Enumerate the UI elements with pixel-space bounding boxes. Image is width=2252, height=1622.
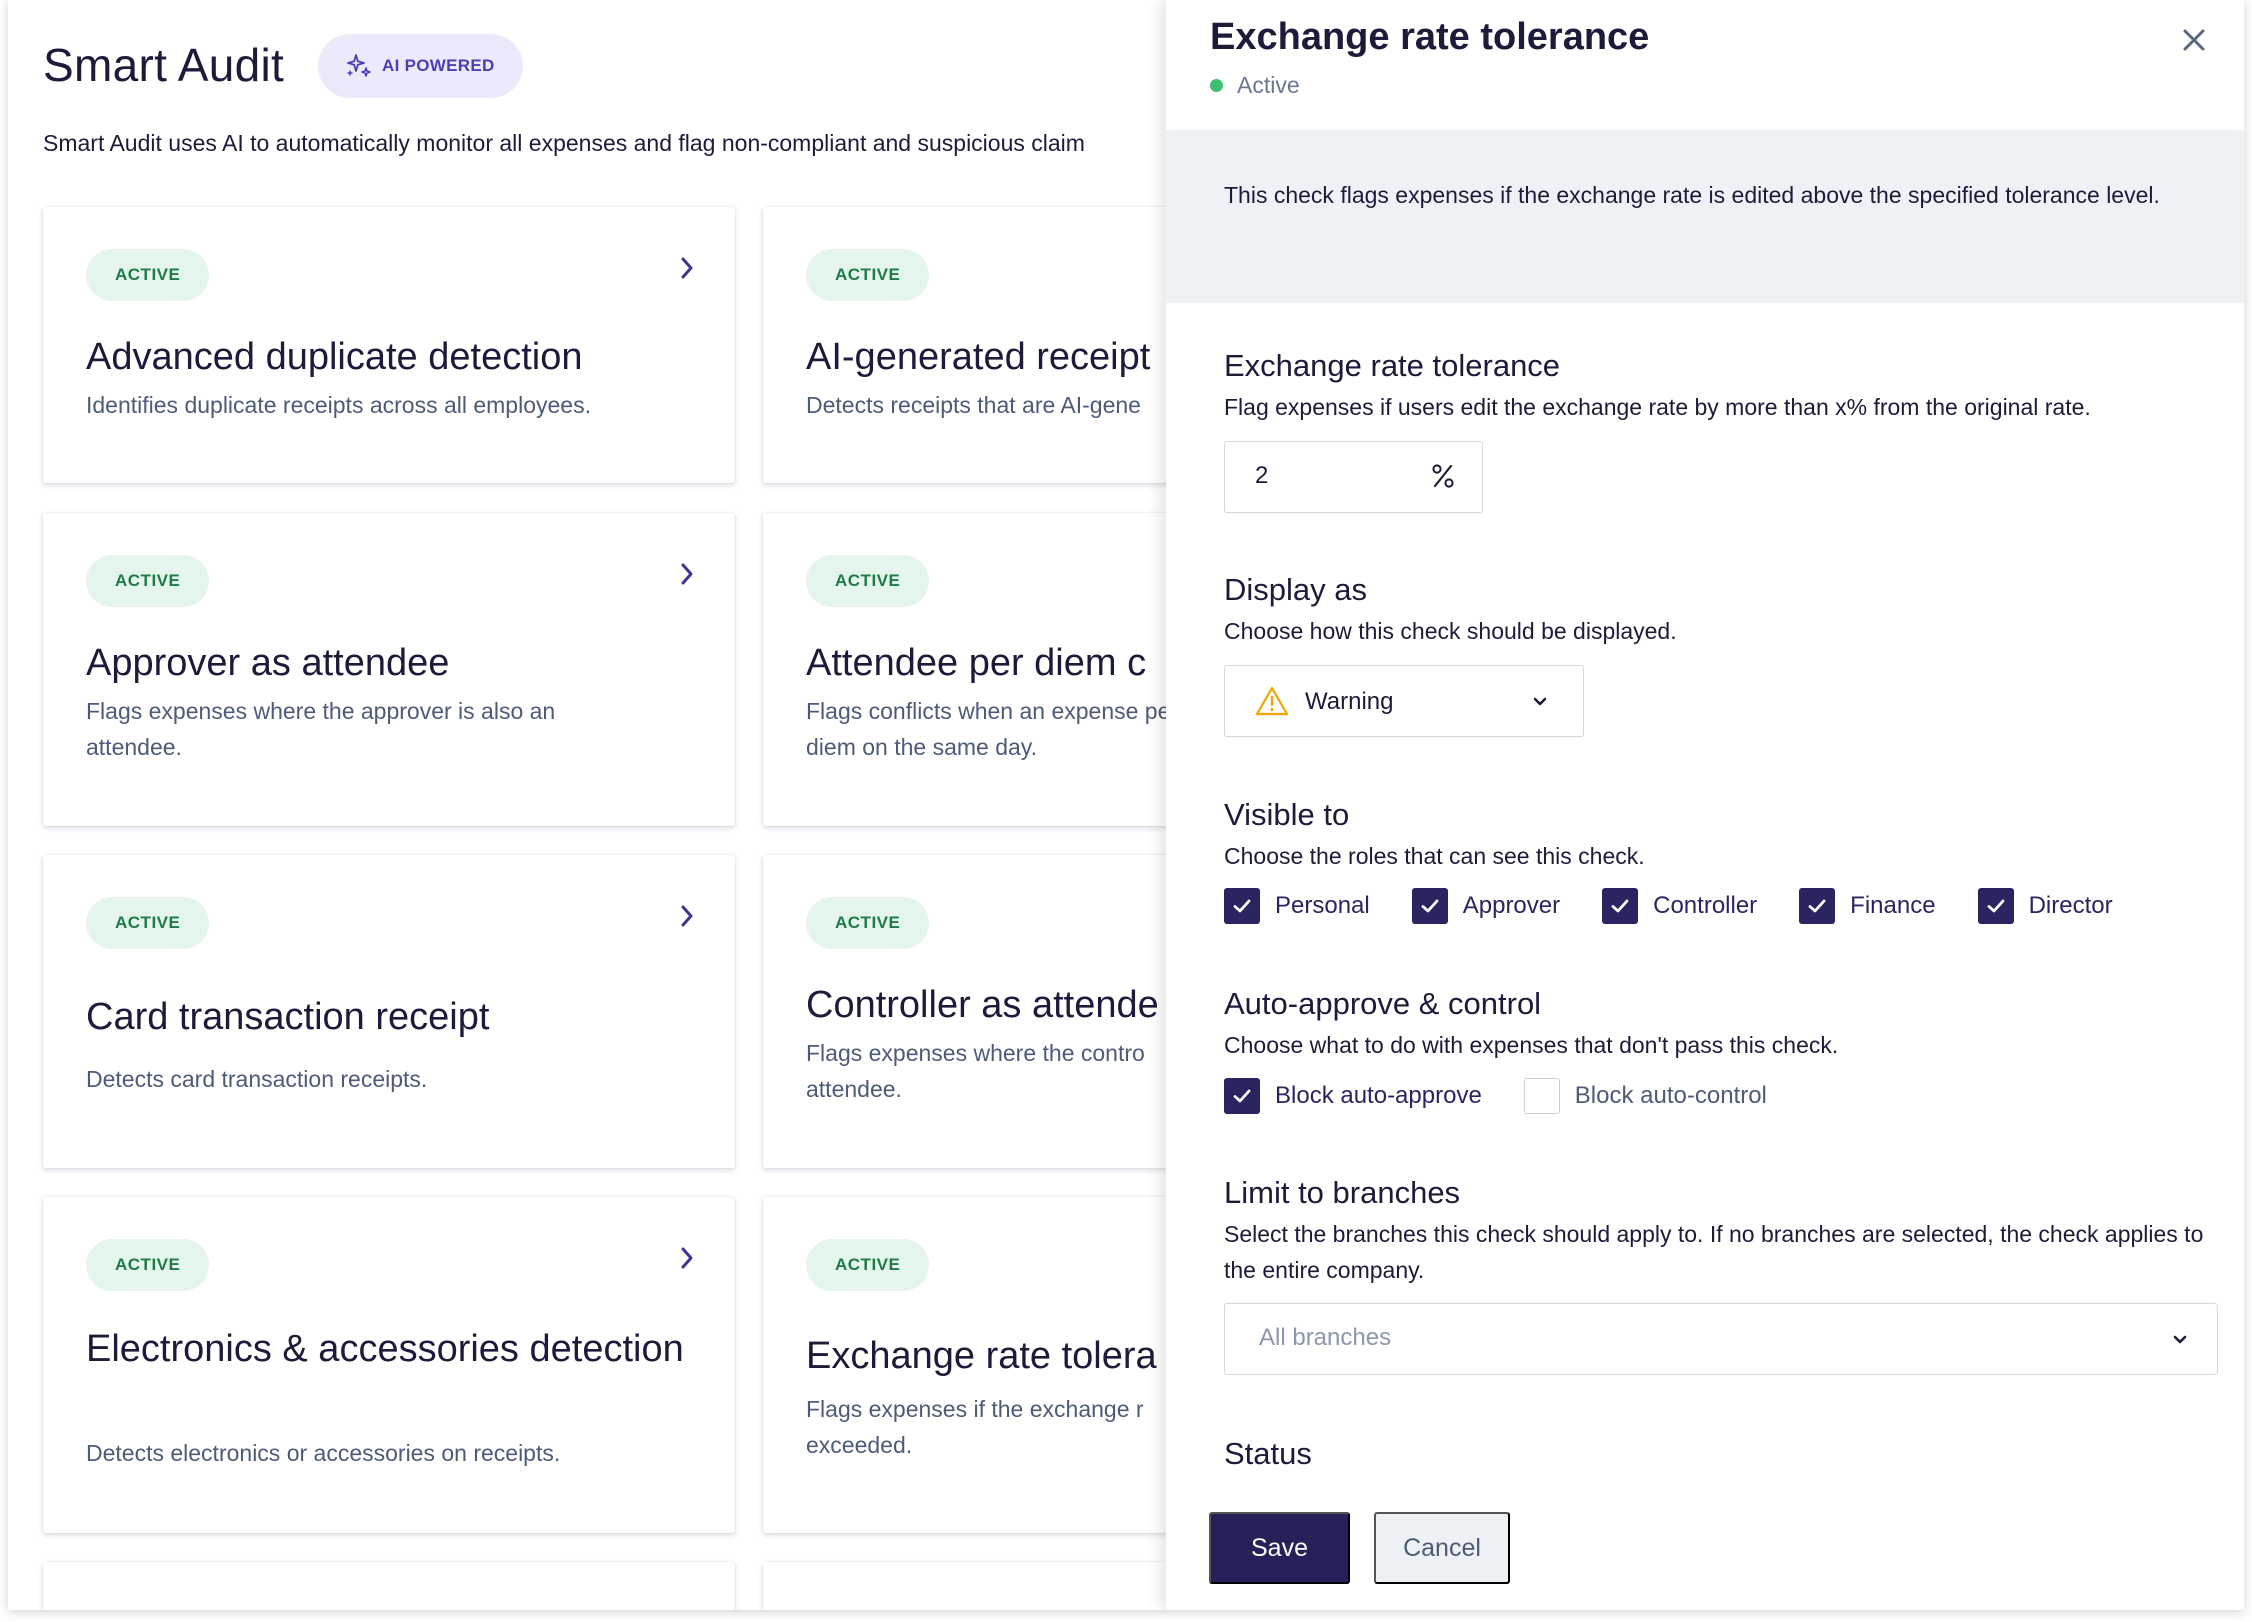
check-icon — [1987, 899, 2004, 913]
display-selected-value: Warning — [1305, 688, 1394, 715]
checkbox-checked[interactable] — [1977, 888, 2014, 924]
auto-options: Block auto-approve Block auto-control — [1224, 1078, 1809, 1114]
display-as-select[interactable]: Warning — [1224, 665, 1584, 737]
check-icon — [1611, 899, 1629, 913]
warning-icon — [1255, 686, 1289, 716]
card-description: Detects electronics or accessories on re… — [86, 1440, 561, 1466]
role-label: Personal — [1275, 892, 1370, 919]
tolerance-title: Exchange rate tolerance — [1224, 348, 1561, 383]
ai-badge-label: AI POWERED — [382, 56, 495, 75]
check-card-card-transaction[interactable]: ACTIVE Card transaction receipt Detects … — [43, 855, 735, 1168]
check-card-electronics[interactable]: ACTIVE Electronics & accessories detecti… — [43, 1197, 735, 1533]
role-checkbox-approver[interactable]: Approver — [1411, 888, 1561, 924]
card-description: Flags conflicts when an expense per diem… — [806, 698, 1179, 760]
role-label: Controller — [1653, 892, 1758, 919]
auto-approve-desc: Choose what to do with expenses that don… — [1224, 1032, 1839, 1058]
chevron-right-icon[interactable] — [675, 1243, 699, 1273]
tolerance-desc: Flag expenses if users edit the exchange… — [1224, 394, 2091, 420]
check-icon — [1233, 899, 1251, 913]
check-card-partial[interactable] — [43, 1562, 735, 1610]
check-card-approver-attendee[interactable]: ACTIVE Approver as attendee Flags expens… — [43, 513, 735, 826]
status-badge: ACTIVE — [806, 897, 930, 949]
visible-to-desc: Choose the roles that can see this check… — [1224, 843, 1645, 869]
sparkle-icon — [347, 54, 371, 77]
checkbox-checked[interactable] — [1224, 888, 1260, 924]
page-description: Smart Audit uses AI to automatically mon… — [43, 130, 1085, 156]
check-card-advanced-duplicate[interactable]: ACTIVE Advanced duplicate detection Iden… — [43, 207, 735, 483]
save-button[interactable]: Save — [1209, 1512, 1350, 1584]
check-icon — [1421, 899, 1439, 913]
app-window: Smart Audit AI POWERED Smart Audit uses … — [8, 0, 2244, 1610]
display-title: Display as — [1224, 572, 1367, 607]
role-checkbox-personal[interactable]: Personal — [1224, 888, 1370, 924]
tolerance-input[interactable]: 2 — [1224, 441, 1483, 513]
checkbox-checked[interactable] — [1411, 888, 1448, 924]
role-label: Director — [2028, 892, 2113, 919]
status-badge: ACTIVE — [806, 1239, 930, 1291]
block-auto-approve-checkbox[interactable]: Block auto-approve — [1224, 1078, 1482, 1114]
card-title: Electronics & accessories detection — [86, 1328, 684, 1370]
percent-icon — [1432, 464, 1454, 488]
role-checkbox-director[interactable]: Director — [1977, 888, 2113, 924]
role-checkbox-finance[interactable]: Finance — [1799, 888, 1936, 924]
status-badge: ACTIVE — [86, 555, 210, 607]
status-badge: ACTIVE — [806, 249, 930, 301]
panel-footer: Save Cancel — [1166, 1484, 2244, 1610]
cancel-button[interactable]: Cancel — [1374, 1512, 1510, 1584]
status-badge: ACTIVE — [86, 1239, 210, 1291]
card-title: AI-generated receipt — [806, 336, 1151, 378]
close-icon[interactable] — [2176, 22, 2212, 58]
card-title: Controller as attende — [806, 984, 1159, 1026]
tolerance-value: 2 — [1255, 462, 1269, 489]
check-icon — [1808, 899, 1826, 913]
role-checkbox-controller[interactable]: Controller — [1602, 888, 1757, 924]
card-description: Detects card transaction receipts. — [86, 1066, 428, 1092]
visible-to-title: Visible to — [1224, 797, 1350, 832]
display-desc: Choose how this check should be displaye… — [1224, 618, 1677, 644]
checkbox-checked[interactable] — [1602, 888, 1639, 924]
page-title: Smart Audit — [43, 39, 285, 91]
card-title: Advanced duplicate detection — [86, 336, 583, 378]
chevron-down-icon — [1533, 697, 1547, 706]
branches-title: Limit to branches — [1224, 1175, 1461, 1210]
card-title: Attendee per diem c — [806, 642, 1147, 684]
checkbox-checked[interactable] — [1224, 1078, 1260, 1114]
card-title: Exchange rate tolera — [806, 1335, 1157, 1377]
card-title: Card transaction receipt — [86, 996, 490, 1038]
role-label: Approver — [1462, 892, 1561, 919]
chevron-down-icon — [2173, 1335, 2187, 1344]
chevron-right-icon[interactable] — [675, 559, 699, 589]
branches-select[interactable]: All branches — [1224, 1303, 2218, 1375]
branches-desc: Select the branches this check should ap… — [1224, 1221, 2204, 1283]
auto-approve-title: Auto-approve & control — [1224, 986, 1542, 1021]
checkbox-unchecked[interactable] — [1523, 1078, 1560, 1114]
status-badge: ACTIVE — [86, 897, 210, 949]
option-label: Block auto-control — [1574, 1082, 1767, 1109]
status-dot — [1210, 79, 1223, 92]
panel-title: Exchange rate tolerance — [1210, 16, 1650, 58]
card-description: Flags expenses if the exchange r exceede… — [806, 1396, 1144, 1458]
check-settings-panel: Exchange rate tolerance Active This chec… — [1166, 0, 2244, 1610]
branches-placeholder: All branches — [1259, 1324, 1392, 1351]
card-description: Flags expenses where the approver is als… — [86, 698, 556, 760]
visible-roles: Personal Approver Controller Finance Dir… — [1224, 888, 2155, 924]
info-text: This check flags expenses if the exchang… — [1224, 182, 2160, 208]
panel-status: Active — [1210, 72, 1300, 99]
option-label: Block auto-approve — [1275, 1082, 1482, 1109]
block-auto-control-checkbox[interactable]: Block auto-control — [1523, 1078, 1767, 1114]
status-label: Active — [1237, 72, 1300, 98]
status-badge: ACTIVE — [86, 249, 210, 301]
chevron-right-icon[interactable] — [675, 901, 699, 931]
checkbox-checked[interactable] — [1799, 888, 1836, 924]
check-icon — [1233, 1089, 1251, 1103]
status-section-title: Status — [1224, 1436, 1312, 1471]
chevron-right-icon[interactable] — [675, 253, 699, 283]
info-box: This check flags expenses if the exchang… — [1166, 130, 2244, 303]
card-title: Approver as attendee — [86, 642, 450, 684]
ai-powered-badge: AI POWERED — [318, 34, 523, 98]
role-label: Finance — [1850, 892, 1936, 919]
status-badge: ACTIVE — [806, 555, 930, 607]
card-description: Flags expenses where the contro attendee… — [806, 1040, 1145, 1102]
card-description: Identifies duplicate receipts across all… — [86, 392, 591, 418]
